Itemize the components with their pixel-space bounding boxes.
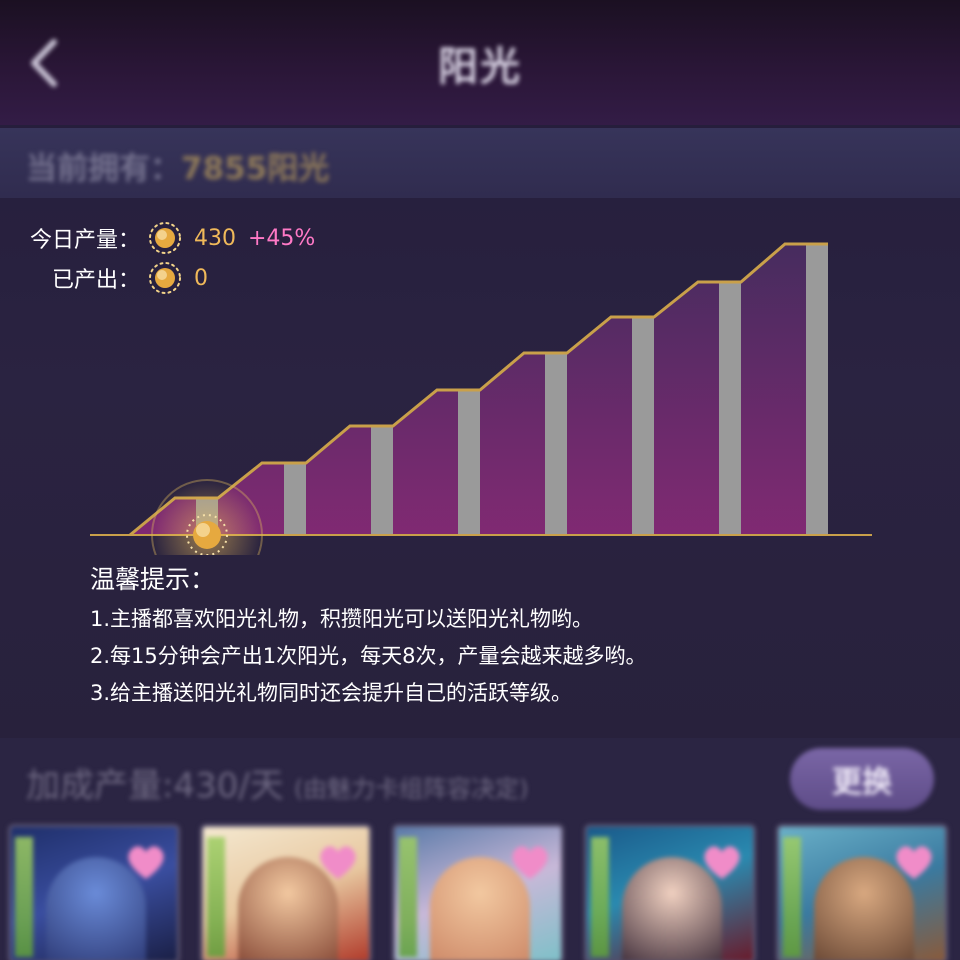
card-4[interactable] xyxy=(584,824,756,960)
page-title: 阳光 xyxy=(438,44,522,90)
card-1[interactable] xyxy=(8,824,180,960)
card-ribbon xyxy=(783,837,801,957)
heart-icon xyxy=(128,846,164,879)
tips-title: 温馨提示： xyxy=(90,565,216,594)
bonus-note: (由魅力卡组阵容决定) xyxy=(293,775,529,803)
card-2[interactable] xyxy=(200,824,372,960)
heart-icon xyxy=(704,846,740,879)
tip-line: 2.每15分钟会产出1次阳光，每天8次，产量会越来越多哟。 xyxy=(90,644,647,668)
owned-sunshine: 当前拥有：7855阳光 xyxy=(26,143,329,188)
card-ribbon xyxy=(591,837,609,957)
card-5[interactable] xyxy=(776,824,948,960)
card-ribbon xyxy=(15,837,33,957)
card-ribbon xyxy=(207,837,225,957)
bonus-output: 加成产量:430/天 (由魅力卡组阵容决定) xyxy=(26,758,529,807)
tip-line: 3.给主播送阳光礼物同时还会提升自己的活跃等级。 xyxy=(90,681,573,705)
heart-icon xyxy=(896,846,932,879)
change-button[interactable]: 更换 xyxy=(790,748,934,810)
step-bar-4 xyxy=(458,390,480,535)
owned-label: 当前拥有： xyxy=(26,151,181,187)
step-bar-5 xyxy=(545,353,567,535)
owned-amount: 7855阳光 xyxy=(181,151,330,187)
step-bar-3 xyxy=(371,426,393,535)
heart-icon xyxy=(320,846,356,879)
card-3[interactable] xyxy=(392,824,564,960)
bonus-label: 加成产量:430/天 xyxy=(26,766,284,806)
production-staircase xyxy=(90,242,872,555)
step-bar-6 xyxy=(632,317,654,535)
step-bar-8 xyxy=(806,244,828,535)
tip-line: 1.主播都喜欢阳光礼物，积攒阳光可以送阳光礼物哟。 xyxy=(90,607,594,631)
step-bar-7 xyxy=(719,282,741,535)
heart-icon xyxy=(512,846,548,879)
card-ribbon xyxy=(399,837,417,957)
step-bar-2 xyxy=(284,463,306,535)
sunshine-page: 阳光 当前拥有：7855阳光 今日产量： 430 +45% 已产出： 0 温馨提… xyxy=(0,0,960,960)
